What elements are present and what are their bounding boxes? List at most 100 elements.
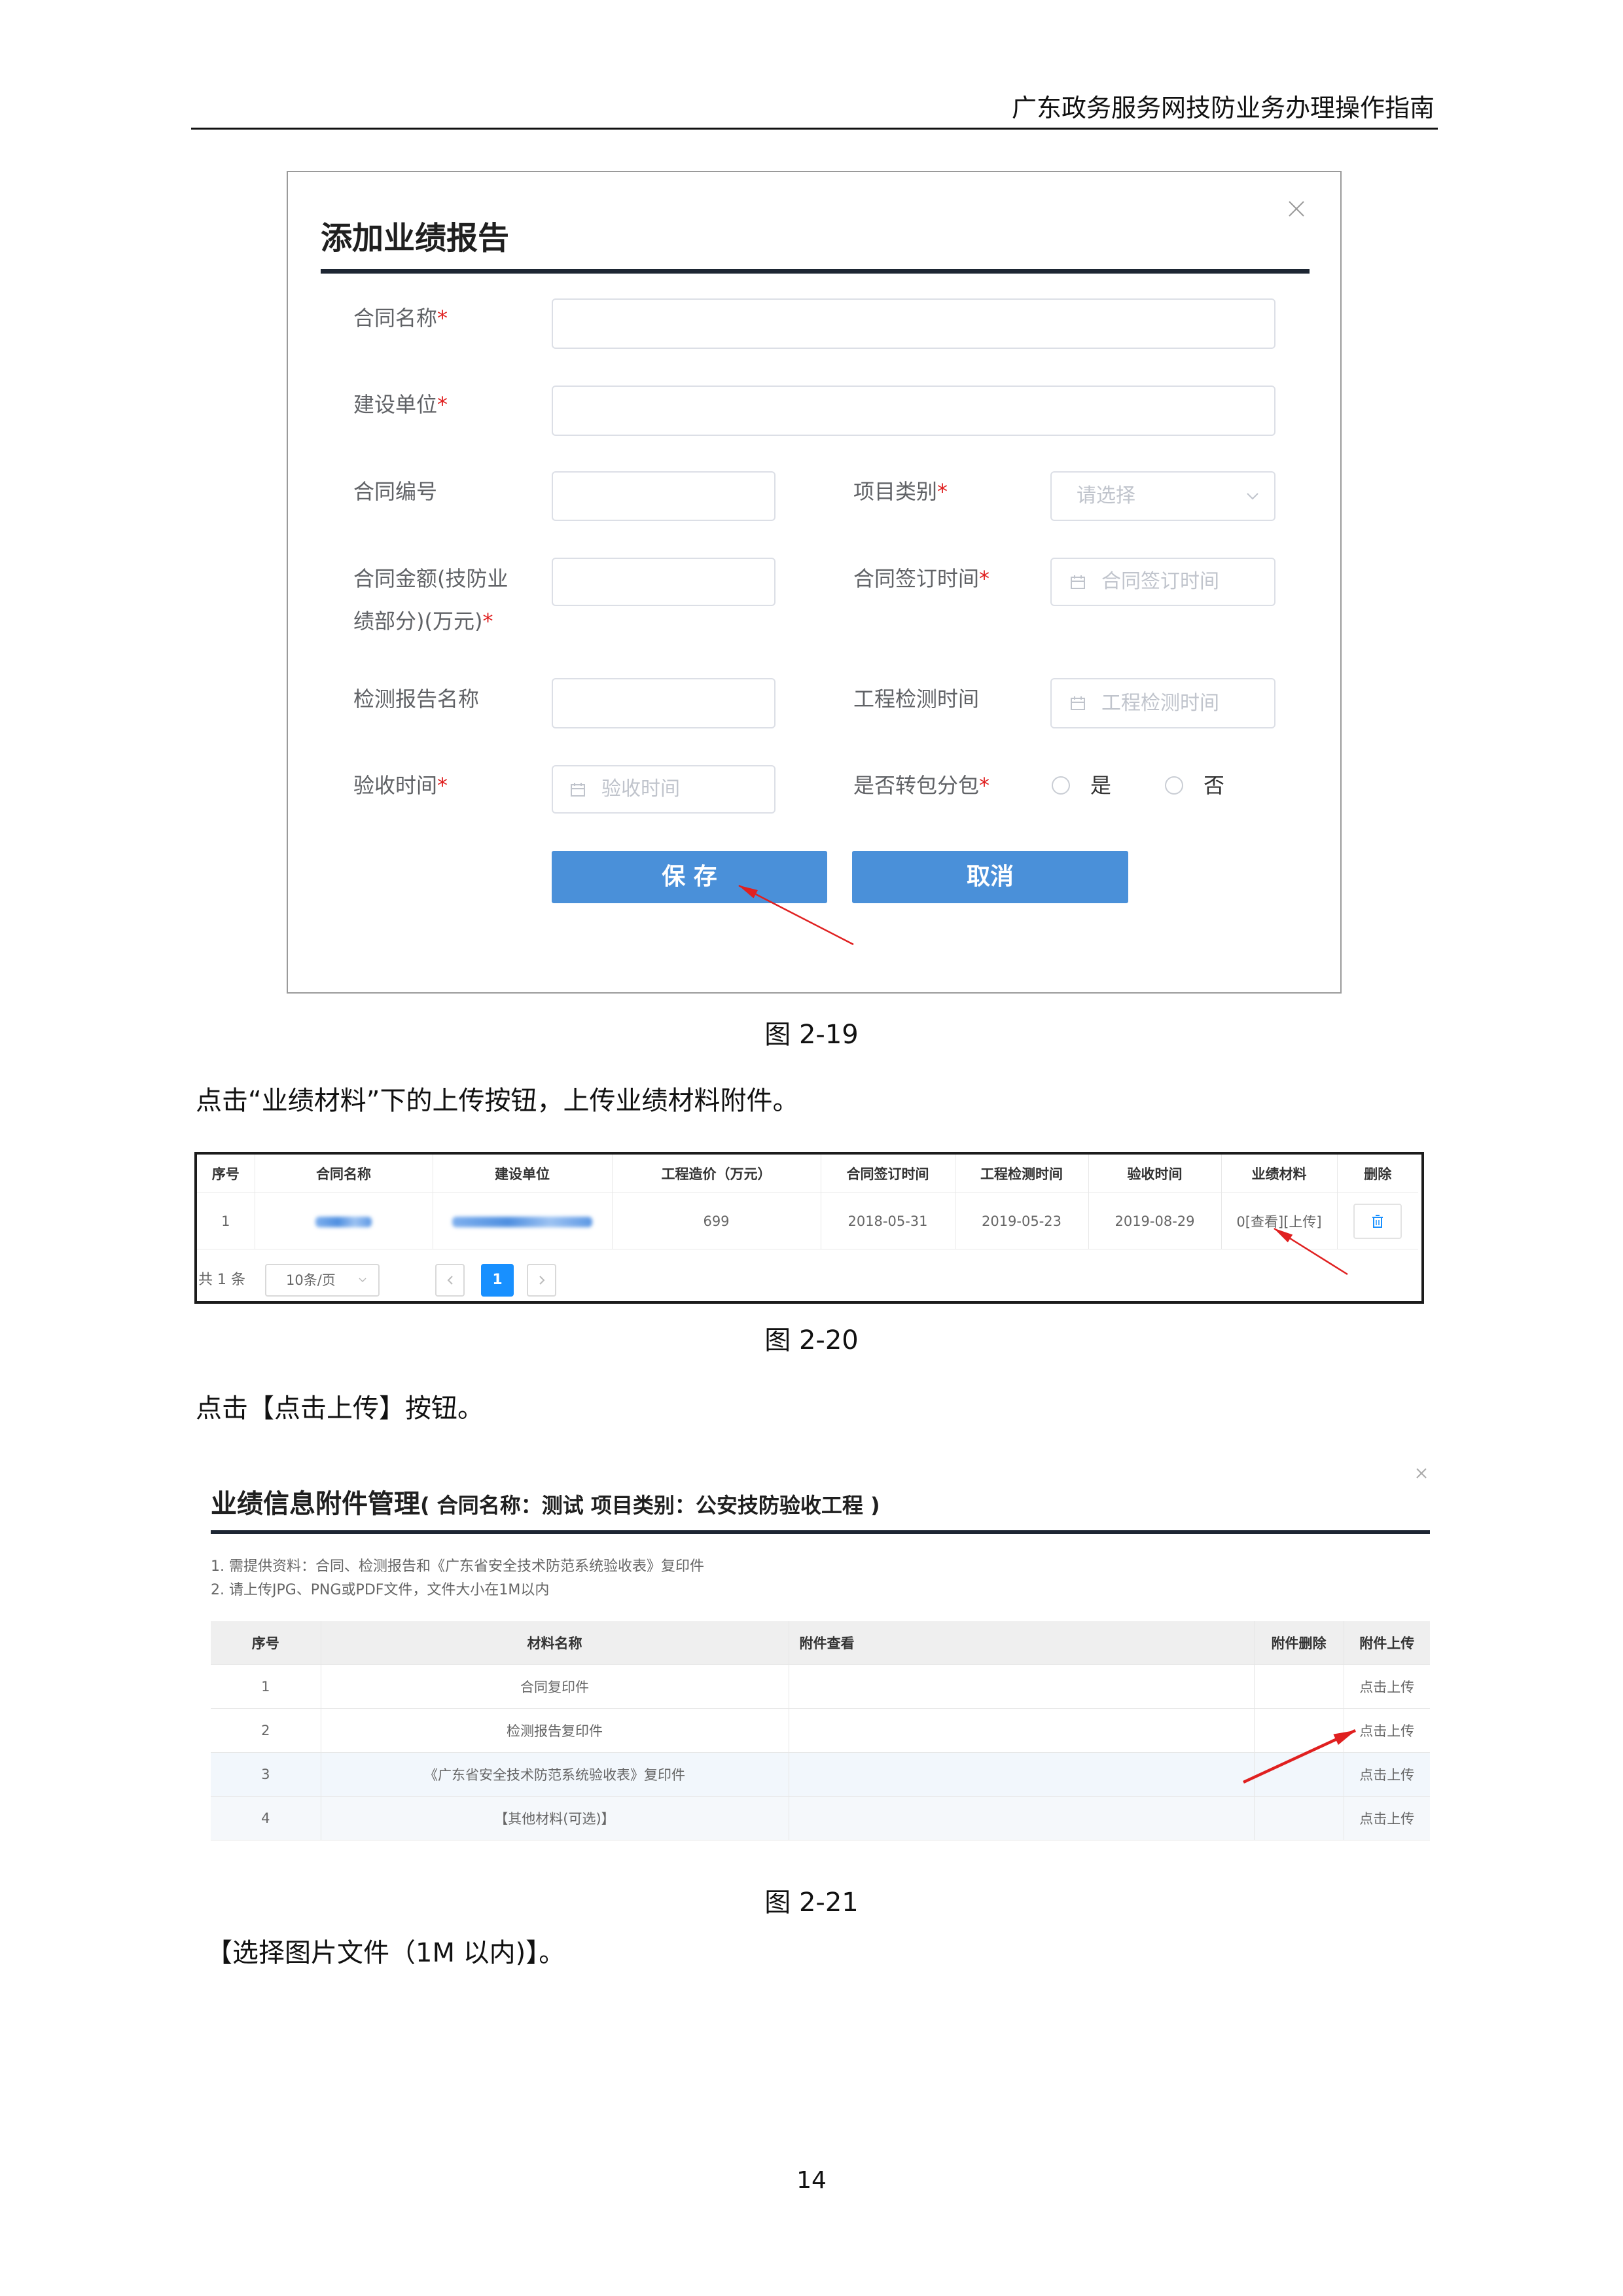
contract-no-input[interactable] bbox=[552, 471, 776, 521]
figure-caption-2-19: 图 2-19 bbox=[764, 1020, 859, 1050]
table-row: 2 检测报告复印件 点击上传 bbox=[211, 1708, 1430, 1753]
report-name-input[interactable] bbox=[552, 678, 776, 728]
contract-name-input[interactable] bbox=[552, 298, 1275, 349]
prev-page-button[interactable] bbox=[435, 1264, 465, 1297]
subcontract-no-radio[interactable] bbox=[1165, 776, 1183, 795]
blurred-contract-name bbox=[315, 1216, 372, 1227]
add-performance-report-dialog: 添加业绩报告 合同名称* 建设单位* 合同编号 项目类别* 请选择 合同金额(技… bbox=[287, 171, 1342, 994]
subcontract-no-label[interactable]: 否 bbox=[1204, 772, 1224, 798]
column-header: 验收时间 bbox=[1088, 1155, 1222, 1193]
construction-unit-label: 建设单位* bbox=[353, 391, 448, 418]
required-mark: * bbox=[437, 773, 448, 798]
requirement-note-2: 2. 请上传JPG、PNG或PDF文件，文件大小在1M以内 bbox=[211, 1582, 550, 1598]
attachment-view-cell bbox=[789, 1708, 1255, 1753]
attachment-panel-title: 业绩信息附件管理( 合同名称：测试 项目类别：公安技防验收工程 ) bbox=[211, 1488, 880, 1521]
chevron-down-icon bbox=[359, 1278, 366, 1283]
column-header: 业绩材料 bbox=[1221, 1155, 1338, 1193]
table-header-row: 序号 合同名称 建设单位 工程造价（万元） 合同签订时间 工程检测时间 验收时间… bbox=[197, 1155, 1418, 1193]
next-page-button[interactable] bbox=[527, 1264, 556, 1297]
blurred-construction-unit bbox=[452, 1216, 592, 1227]
total-count: 共 1 条 bbox=[198, 1272, 245, 1288]
trash-icon bbox=[1372, 1214, 1383, 1228]
instruction-paragraph-3: 【选择图片文件（1M 以内)】。 bbox=[206, 1938, 565, 1968]
column-header: 附件查看 bbox=[789, 1621, 1255, 1665]
sign-date-cell: 2018-05-31 bbox=[821, 1193, 955, 1249]
save-button[interactable]: 保 存 bbox=[552, 851, 827, 903]
attachment-management-panel: 业绩信息附件管理( 合同名称：测试 项目类别：公安技防验收工程 ) 1. 需提供… bbox=[211, 1460, 1430, 1846]
column-header: 附件删除 bbox=[1254, 1621, 1344, 1665]
chevron-left-icon bbox=[447, 1276, 453, 1285]
contract-name-cell bbox=[255, 1193, 433, 1249]
material-name: 检测报告复印件 bbox=[321, 1708, 789, 1753]
chevron-right-icon bbox=[539, 1276, 545, 1285]
acceptance-time-date-picker[interactable]: 验收时间 bbox=[552, 765, 776, 814]
upload-link[interactable]: 点击上传 bbox=[1344, 1664, 1430, 1709]
project-category-select[interactable]: 请选择 bbox=[1050, 471, 1275, 521]
table-row: 3 《广东省安全技术防范系统验收表》复印件 点击上传 bbox=[211, 1752, 1430, 1797]
subcontract-yes-label[interactable]: 是 bbox=[1090, 772, 1111, 798]
attachment-table: 序号 材料名称 附件查看 附件删除 附件上传 1 合同复印件 点击上传 2 检测… bbox=[211, 1621, 1430, 1840]
page-size-select[interactable]: 10条/页 bbox=[265, 1264, 380, 1297]
construction-unit-label-text: 建设单位 bbox=[353, 392, 438, 417]
page-1-button[interactable]: 1 bbox=[481, 1264, 514, 1297]
sign-time-date-picker[interactable]: 合同签订时间 bbox=[1050, 558, 1275, 606]
row-index: 4 bbox=[211, 1796, 321, 1840]
delete-button[interactable] bbox=[1353, 1203, 1402, 1239]
performance-table: 序号 合同名称 建设单位 工程造价（万元） 合同签订时间 工程检测时间 验收时间… bbox=[197, 1155, 1418, 1249]
view-materials-link[interactable]: [查看] bbox=[1245, 1214, 1283, 1230]
acceptance-time-label-text: 验收时间 bbox=[353, 773, 438, 798]
attachment-view-cell bbox=[789, 1752, 1255, 1797]
close-icon[interactable] bbox=[1414, 1466, 1429, 1480]
row-index: 1 bbox=[197, 1193, 255, 1249]
upload-link[interactable]: 点击上传 bbox=[1344, 1752, 1430, 1797]
column-header: 序号 bbox=[197, 1155, 255, 1193]
acceptance-time-placeholder: 验收时间 bbox=[601, 778, 680, 800]
column-header: 附件上传 bbox=[1344, 1621, 1430, 1665]
page-number: 14 bbox=[796, 2167, 827, 2194]
running-header-title: 广东政务服务网技防业务办理操作指南 bbox=[1011, 94, 1435, 122]
performance-list-panel: 序号 合同名称 建设单位 工程造价（万元） 合同签订时间 工程检测时间 验收时间… bbox=[194, 1152, 1424, 1304]
cost-cell: 699 bbox=[612, 1193, 821, 1249]
close-icon[interactable] bbox=[1287, 199, 1306, 219]
contract-amount-label: 合同金额(技防业 绩部分)(万元)* bbox=[353, 558, 508, 643]
inspection-time-date-picker[interactable]: 工程检测时间 bbox=[1050, 678, 1275, 728]
attachment-view-cell bbox=[789, 1664, 1255, 1709]
material-name: 《广东省安全技术防范系统验收表》复印件 bbox=[321, 1752, 789, 1797]
chevron-down-icon bbox=[1247, 493, 1258, 500]
contract-amount-input[interactable] bbox=[552, 558, 776, 606]
document-page: 广东政务服务网技防业务办理操作指南 添加业绩报告 合同名称* 建设单位* 合同编… bbox=[0, 0, 1623, 2296]
material-name: 合同复印件 bbox=[321, 1664, 789, 1709]
upload-materials-link[interactable]: [上传] bbox=[1283, 1214, 1321, 1230]
attachment-delete-cell bbox=[1254, 1796, 1344, 1840]
attachment-title-rule bbox=[211, 1530, 1430, 1534]
subcontract-yes-radio[interactable] bbox=[1052, 776, 1070, 795]
materials-cell: 0[查看][上传] bbox=[1221, 1193, 1338, 1249]
column-header: 材料名称 bbox=[321, 1621, 789, 1665]
table-header-row: 序号 材料名称 附件查看 附件删除 附件上传 bbox=[211, 1621, 1430, 1665]
contract-amount-label-line1: 合同金额(技防业 bbox=[353, 566, 508, 591]
subcontract-label: 是否转包分包* bbox=[853, 772, 990, 798]
figure-caption-2-21: 图 2-21 bbox=[764, 1888, 859, 1918]
attachment-delete-cell bbox=[1254, 1752, 1344, 1797]
inspection-time-placeholder: 工程检测时间 bbox=[1101, 692, 1219, 715]
column-header: 建设单位 bbox=[433, 1155, 613, 1193]
optional-material-link[interactable]: 【其他材料(可选)】 bbox=[321, 1796, 789, 1840]
column-header: 合同名称 bbox=[255, 1155, 433, 1193]
table-row: 1 699 2018-05-31 2019-05-23 2019-08-29 0… bbox=[197, 1193, 1418, 1249]
attachment-delete-cell bbox=[1254, 1708, 1344, 1753]
construction-unit-input[interactable] bbox=[552, 386, 1275, 436]
upload-link[interactable]: 点击上传 bbox=[1344, 1796, 1430, 1840]
inspection-time-label: 工程检测时间 bbox=[853, 687, 980, 711]
upload-link[interactable]: 点击上传 bbox=[1344, 1708, 1430, 1753]
required-mark: * bbox=[437, 392, 448, 417]
acceptance-date-cell: 2019-08-29 bbox=[1088, 1193, 1222, 1249]
column-header: 工程造价（万元） bbox=[612, 1155, 821, 1193]
required-mark: * bbox=[482, 609, 493, 634]
column-header: 工程检测时间 bbox=[955, 1155, 1089, 1193]
cancel-button[interactable]: 取消 bbox=[852, 851, 1128, 903]
calendar-icon bbox=[1071, 696, 1085, 710]
header-rule bbox=[191, 128, 1438, 130]
page-size-value: 10条/页 bbox=[286, 1272, 336, 1288]
column-header: 序号 bbox=[211, 1621, 321, 1665]
contract-amount-label-line2: 绩部分)(万元) bbox=[353, 609, 483, 634]
